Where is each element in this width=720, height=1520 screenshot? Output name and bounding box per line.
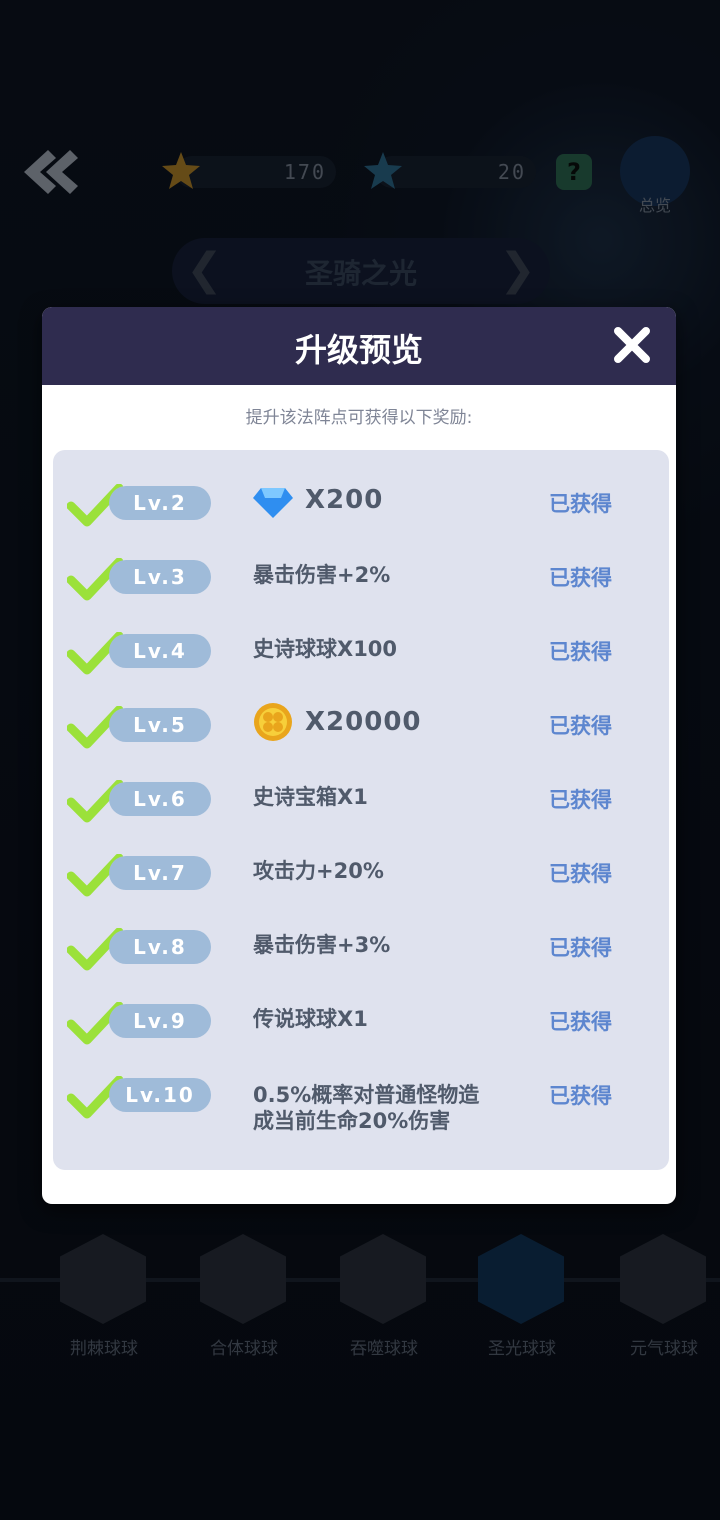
- level-badge: Lv.5: [109, 708, 211, 742]
- level-badge: Lv.3: [109, 560, 211, 594]
- status-obtained: 已获得: [549, 492, 612, 516]
- status-obtained: 已获得: [549, 788, 612, 812]
- reward-text: 暴击伤害+2%: [253, 563, 391, 587]
- level-badge: Lv.6: [109, 782, 211, 816]
- level-badge: Lv.7: [109, 856, 211, 890]
- dialog-header: 升级预览: [42, 307, 676, 385]
- level-badge: Lv.9: [109, 1004, 211, 1038]
- dialog-subtitle: 提升该法阵点可获得以下奖励:: [245, 408, 473, 428]
- level-badge: Lv.8: [109, 930, 211, 964]
- status-obtained: 已获得: [549, 1084, 612, 1108]
- reward-text: 史诗球球X100: [253, 637, 398, 661]
- reward-text: 攻击力+20%: [253, 859, 384, 883]
- reward-row: Lv.8 暴击伤害+3% 已获得: [53, 928, 669, 988]
- close-icon[interactable]: [612, 325, 652, 365]
- level-badge: Lv.4: [109, 634, 211, 668]
- status-obtained: 已获得: [549, 640, 612, 664]
- reward-row: Lv.6 史诗宝箱X1 已获得: [53, 780, 669, 840]
- reward-text: X200: [305, 485, 384, 515]
- diamond-icon: [253, 488, 293, 518]
- status-obtained: 已获得: [549, 936, 612, 960]
- reward-row: Lv.3 暴击伤害+2% 已获得: [53, 558, 669, 618]
- status-obtained: 已获得: [549, 862, 612, 886]
- status-obtained: 已获得: [549, 566, 612, 590]
- reward-text: 史诗宝箱X1: [253, 785, 368, 809]
- level-badge: Lv.2: [109, 486, 211, 520]
- reward-text: 暴击伤害+3%: [253, 933, 391, 957]
- reward-text: X20000: [305, 707, 422, 737]
- reward-row: Lv.5 X20000 已获得: [53, 703, 669, 766]
- reward-row: Lv.2 X200 已获得: [53, 484, 669, 544]
- upgrade-preview-dialog: 升级预览 提升该法阵点可获得以下奖励: Lv.2 X200 已获得 Lv.3 暴…: [42, 307, 676, 1204]
- reward-row: Lv.7 攻击力+20% 已获得: [53, 854, 669, 914]
- status-obtained: 已获得: [549, 1010, 612, 1034]
- reward-row: Lv.9 传说球球X1 已获得: [53, 1002, 669, 1062]
- reward-text: 传说球球X1: [253, 1007, 368, 1031]
- level-badge: Lv.10: [109, 1078, 211, 1112]
- reward-list: Lv.2 X200 已获得 Lv.3 暴击伤害+2% 已获得 Lv.4 史诗球球…: [53, 450, 669, 1170]
- reward-text-line1: 0.5%概率对普通怪物造: [253, 1083, 480, 1107]
- status-obtained: 已获得: [549, 714, 612, 738]
- reward-row: Lv.4 史诗球球X100 已获得: [53, 632, 669, 692]
- reward-row: Lv.10 0.5%概率对普通怪物造 成当前生命20%伤害 已获得: [53, 1076, 669, 1140]
- reward-text-line2: 成当前生命20%伤害: [253, 1109, 451, 1133]
- coin-icon: [254, 703, 292, 741]
- dialog-title: 升级预览: [294, 331, 423, 369]
